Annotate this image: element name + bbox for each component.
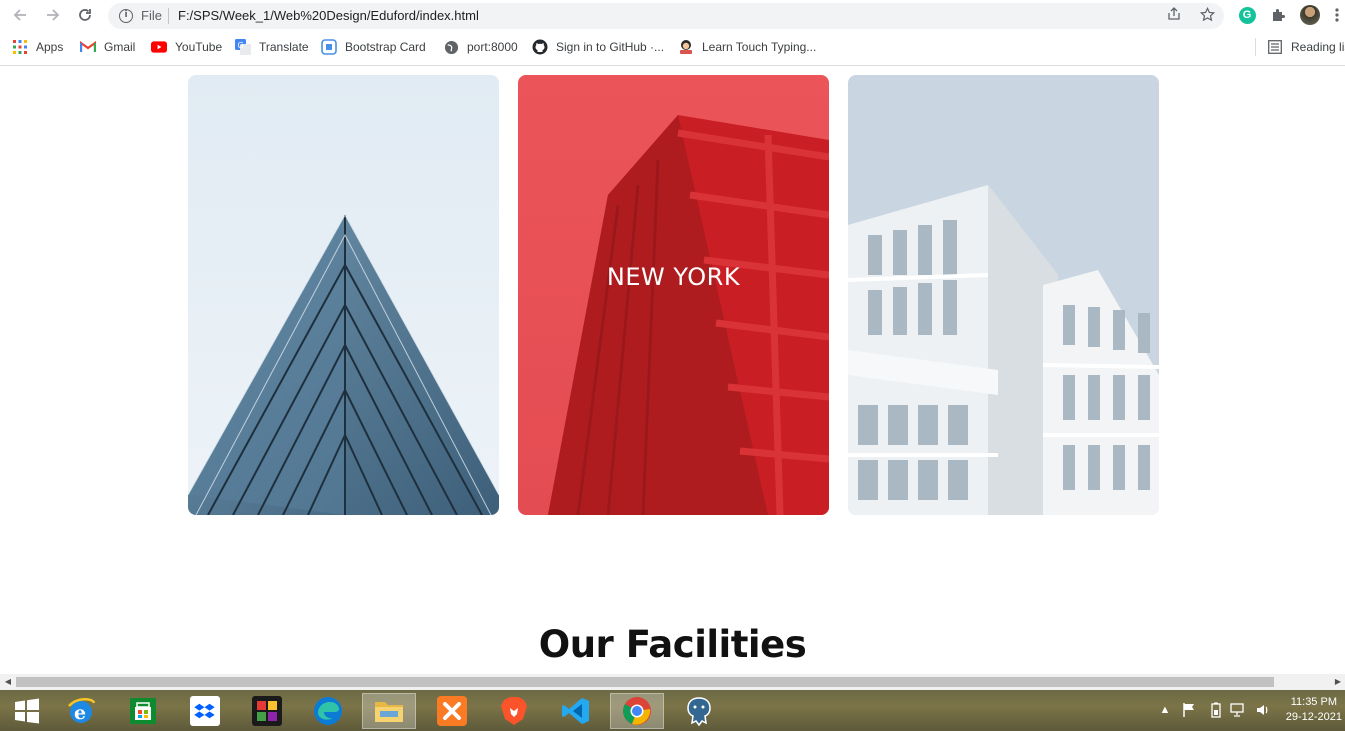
bookmark-gmail[interactable]: Gmail bbox=[80, 38, 135, 56]
bookmark-touch-typing[interactable]: Learn Touch Typing... bbox=[678, 38, 816, 56]
brave-icon bbox=[501, 697, 527, 725]
building-image bbox=[518, 75, 829, 515]
page-viewport: NEW YORK Our Facilities bbox=[0, 67, 1345, 674]
dropbox-icon bbox=[190, 696, 220, 726]
chrome-icon bbox=[623, 697, 651, 725]
more-menu-icon[interactable] bbox=[1332, 5, 1342, 25]
xampp-icon bbox=[437, 696, 467, 726]
clock-time: 11:35 PM bbox=[1290, 696, 1337, 708]
scroll-left-icon[interactable]: ◀ bbox=[3, 677, 13, 687]
typing-icon bbox=[678, 39, 694, 55]
taskbar-puzzle-app[interactable] bbox=[240, 693, 294, 729]
action-center-flag-icon[interactable] bbox=[1181, 702, 1197, 718]
bookmark-label: Translate bbox=[259, 40, 309, 54]
url-scheme-label: File bbox=[141, 8, 162, 23]
horizontal-scrollbar[interactable]: ◀ ▶ bbox=[0, 674, 1345, 690]
bookmark-label: Learn Touch Typing... bbox=[702, 40, 817, 54]
reading-list-icon bbox=[1267, 39, 1283, 55]
clock-date: 29-12-2021 bbox=[1285, 711, 1342, 723]
edge-icon bbox=[314, 697, 342, 725]
github-icon bbox=[532, 39, 548, 55]
vscode-icon bbox=[562, 698, 589, 724]
arrow-left-icon bbox=[13, 9, 26, 21]
postgresql-icon bbox=[687, 697, 711, 727]
show-hidden-icons-icon[interactable]: ▲ bbox=[1157, 702, 1173, 718]
campus-card-3[interactable] bbox=[848, 75, 1159, 515]
taskbar-xampp[interactable] bbox=[425, 693, 479, 729]
bookmark-bootstrap-card[interactable]: Bootstrap Card bbox=[321, 38, 426, 56]
taskbar-internet-explorer[interactable]: e bbox=[54, 693, 108, 729]
folder-icon bbox=[375, 702, 403, 722]
bookmark-label: YouTube bbox=[175, 40, 223, 54]
url-text[interactable]: F:/SPS/Week_1/Web%20Design/Eduford/index… bbox=[178, 8, 479, 23]
share-icon[interactable] bbox=[1165, 7, 1183, 25]
youtube-icon bbox=[151, 39, 167, 55]
divider bbox=[1255, 38, 1256, 56]
svg-text:e: e bbox=[74, 702, 86, 724]
start-button[interactable] bbox=[0, 693, 54, 729]
reading-list-button[interactable]: Reading list bbox=[1267, 38, 1345, 56]
arrow-right-icon bbox=[47, 9, 60, 21]
building-image bbox=[188, 75, 499, 515]
forward-button[interactable] bbox=[42, 4, 64, 26]
windows-taskbar: e ▲ 11:35 PM 29-12-2021 bbox=[0, 690, 1345, 731]
bookmark-github[interactable]: Sign in to GitHub ·... bbox=[532, 38, 664, 56]
bookmark-apps[interactable]: Apps bbox=[12, 38, 63, 56]
star-icon[interactable] bbox=[1198, 6, 1216, 25]
profile-avatar[interactable] bbox=[1300, 5, 1320, 25]
bookmarks-bar: Apps Gmail YouTube G Translate Bootstrap… bbox=[0, 34, 1345, 60]
svg-text:G: G bbox=[238, 41, 244, 50]
apps-grid-icon bbox=[12, 39, 28, 55]
grammarly-icon[interactable]: G bbox=[1237, 5, 1257, 25]
bookmark-label: Gmail bbox=[104, 40, 136, 54]
taskbar-file-explorer[interactable] bbox=[362, 693, 416, 729]
section-title: Our Facilities bbox=[538, 623, 807, 666]
store-icon bbox=[130, 698, 156, 724]
windows-logo-icon bbox=[15, 698, 39, 724]
puzzle-app-icon bbox=[252, 696, 282, 726]
translate-icon: G bbox=[235, 39, 251, 55]
bookmark-label: Sign in to GitHub ·... bbox=[556, 40, 665, 54]
taskbar-brave[interactable] bbox=[487, 693, 541, 729]
card-label: NEW YORK bbox=[606, 263, 741, 291]
taskbar-dropbox[interactable] bbox=[178, 693, 232, 729]
taskbar-chrome[interactable] bbox=[610, 693, 664, 729]
scroll-right-icon[interactable]: ▶ bbox=[1333, 677, 1343, 687]
building-image bbox=[848, 75, 1159, 515]
address-bar[interactable]: i File F:/SPS/Week_1/Web%20Design/Edufor… bbox=[108, 3, 1224, 29]
reload-button[interactable] bbox=[74, 4, 96, 26]
internet-explorer-icon: e bbox=[68, 698, 96, 724]
bookmark-youtube[interactable]: YouTube bbox=[151, 38, 222, 56]
scrollbar-thumb[interactable] bbox=[16, 677, 1274, 687]
campus-card-1[interactable] bbox=[188, 75, 499, 515]
info-icon[interactable]: i bbox=[119, 9, 133, 23]
bootstrap-icon bbox=[321, 39, 337, 55]
reading-list-label: Reading list bbox=[1291, 40, 1345, 54]
gmail-icon bbox=[80, 39, 96, 55]
network-icon[interactable] bbox=[1230, 702, 1246, 718]
browser-chrome: i File F:/SPS/Week_1/Web%20Design/Edufor… bbox=[0, 0, 1345, 66]
campus-card-2[interactable]: NEW YORK bbox=[518, 75, 829, 515]
taskbar-store[interactable] bbox=[116, 693, 170, 729]
bookmark-port-8000[interactable]: port:8000 bbox=[443, 38, 518, 56]
taskbar-vscode[interactable] bbox=[549, 693, 603, 729]
bookmark-translate[interactable]: G Translate bbox=[235, 38, 309, 56]
battery-icon[interactable] bbox=[1208, 702, 1224, 718]
bookmark-label: port:8000 bbox=[467, 40, 518, 54]
bookmark-label: Bootstrap Card bbox=[345, 40, 426, 54]
taskbar-edge[interactable] bbox=[301, 693, 355, 729]
back-button[interactable] bbox=[9, 4, 31, 26]
globe-icon bbox=[443, 39, 459, 55]
reload-icon bbox=[79, 9, 91, 21]
divider bbox=[168, 8, 169, 24]
taskbar-postgresql[interactable] bbox=[672, 693, 726, 729]
extensions-puzzle-icon[interactable] bbox=[1268, 5, 1288, 25]
system-clock[interactable]: 11:35 PM 29-12-2021 bbox=[1286, 695, 1342, 725]
bookmark-label: Apps bbox=[36, 40, 64, 54]
volume-icon[interactable] bbox=[1255, 702, 1271, 718]
